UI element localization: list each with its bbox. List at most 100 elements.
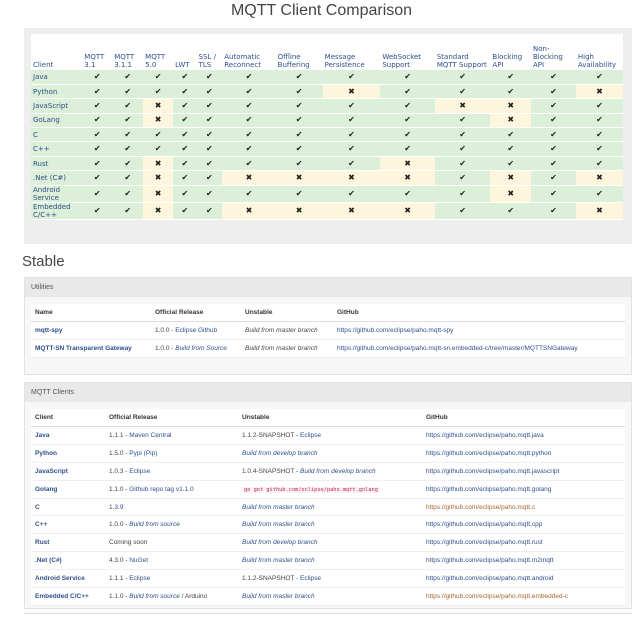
client-name-link[interactable]: Rust [31, 533, 105, 553]
client-github-link[interactable]: https://github.com/eclipse/paho.mqtt.pyt… [422, 444, 625, 463]
unsupported-cross-icon: ✖ [143, 185, 174, 203]
client-release-link[interactable]: Eclipse [129, 575, 150, 582]
comparison-panel: Client MQTT 3.1 MQTT 3.1.1 MQTT 5.0 LWT … [24, 28, 632, 244]
supported-check-icon: ✔ [380, 84, 435, 100]
supported-check-icon: ✔ [575, 185, 623, 203]
utility-unstable-link[interactable]: Build from master branch [241, 339, 333, 358]
client-unstable-link[interactable]: Eclipse [300, 432, 321, 439]
check-icon: ✔ [348, 144, 355, 154]
supported-check-icon: ✔ [112, 113, 144, 129]
client-github-link[interactable]: https://github.com/eclipse/paho.mqtt.cpp [422, 515, 625, 535]
client-unstable-link[interactable]: Build from master branch [242, 521, 315, 528]
client-github-link[interactable]: https://github.com/eclipse/paho.mqtt.c [422, 498, 625, 517]
check-icon: ✔ [348, 71, 355, 81]
comparison-client-name: C++ [31, 141, 83, 157]
unsupported-cross-icon: ✖ [222, 202, 276, 220]
client-github-link[interactable]: https://github.com/eclipse/paho.mqtt.jav… [422, 462, 625, 481]
client-name-link[interactable]: C++ [31, 515, 105, 535]
check-icon: ✔ [124, 188, 132, 198]
supported-check-icon: ✔ [322, 113, 381, 129]
client-name-link[interactable]: Java [31, 426, 105, 445]
stable-heading: Stable [22, 253, 65, 270]
supported-check-icon: ✔ [322, 70, 381, 85]
client-release-version: 1.1.0 - [109, 485, 130, 493]
util-col-release: Official Release [151, 304, 241, 322]
check-icon: ✔ [550, 129, 557, 139]
client-release-link[interactable]: Build from source [129, 593, 180, 600]
supported-check-icon: ✔ [575, 141, 623, 157]
cross-icon: ✖ [154, 172, 162, 182]
utility-release-source-link[interactable]: Build from Source [175, 345, 227, 352]
check-icon: ✔ [154, 71, 162, 81]
utility-github-link[interactable]: https://github.com/eclipse/paho.mqtt-sn.… [333, 339, 625, 358]
client-unstable-link[interactable]: Build from develop branch [242, 450, 318, 457]
client-unstable-link[interactable]: Build from master branch [242, 557, 315, 564]
client-release-link[interactable]: 1.3.9 [109, 504, 123, 511]
utility-unstable-link[interactable]: Build from master branch [241, 321, 333, 340]
client-github-link[interactable]: https://github.com/eclipse/paho.mqtt.rus… [422, 533, 625, 553]
utility-name-link[interactable]: MQTT-SN Transparent Gateway [31, 339, 151, 358]
check-icon: ✔ [124, 100, 132, 110]
client-name-link[interactable]: Android Service [31, 569, 105, 589]
client-release: 1.1.1 - Maven Central [105, 426, 238, 445]
supported-check-icon: ✔ [434, 156, 491, 172]
supported-check-icon: ✔ [173, 156, 197, 172]
supported-check-icon: ✔ [222, 141, 276, 157]
check-icon: ✔ [206, 172, 213, 182]
client-github-link[interactable]: https://github.com/eclipse/paho.mqtt.jav… [422, 426, 625, 445]
client-unstable-link[interactable]: Build from master branch [242, 593, 315, 600]
check-icon: ✔ [181, 71, 189, 81]
client-release-link[interactable]: Build from source [129, 521, 180, 528]
client-release-link[interactable]: Maven Central [129, 432, 171, 439]
comparison-client-name: JavaScript [31, 98, 83, 114]
check-icon: ✔ [596, 158, 603, 168]
utility-row: MQTT-SN Transparent Gateway 1.0.0 - Build… [31, 339, 625, 358]
supported-check-icon: ✔ [531, 113, 576, 129]
supported-check-icon: ✔ [173, 70, 197, 85]
supported-check-icon: ✔ [82, 185, 113, 203]
utility-github-link[interactable]: https://github.com/eclipse/paho.mqtt-spy [333, 321, 625, 340]
client-github-link[interactable]: https://github.com/eclipse/paho.mqtt.m2m… [422, 551, 625, 571]
supported-check-icon: ✔ [575, 98, 623, 114]
client-release-link[interactable]: NuGet [129, 557, 148, 564]
client-name-link[interactable]: Python [31, 444, 105, 463]
unsupported-cross-icon: ✖ [380, 170, 435, 186]
cross-icon: ✖ [596, 205, 603, 215]
client-release-link[interactable]: Pypi (Pip) [129, 450, 157, 457]
client-name-link[interactable]: Golang [31, 480, 105, 499]
supported-check-icon: ✔ [322, 141, 381, 157]
client-unstable: Build from master branch [238, 498, 422, 517]
client-row: Java 1.1.1 - Maven Central 1.1.2-SNAPSHOT … [31, 426, 625, 445]
client-name-link[interactable]: Embedded C/C++ [31, 587, 105, 606]
supported-check-icon: ✔ [173, 113, 197, 129]
client-release-link[interactable]: Github repo tag v1.1.0 [129, 486, 193, 493]
check-icon: ✔ [459, 205, 466, 215]
check-icon: ✔ [550, 86, 557, 96]
supported-check-icon: ✔ [196, 70, 223, 85]
client-name-link[interactable]: C [31, 498, 105, 517]
cross-icon: ✖ [154, 188, 162, 198]
supported-check-icon: ✔ [275, 70, 323, 85]
supported-check-icon: ✔ [275, 127, 323, 143]
client-unstable-link[interactable]: Build from master branch [242, 504, 315, 511]
check-icon: ✔ [507, 205, 515, 215]
cross-icon: ✖ [348, 205, 355, 215]
supported-check-icon: ✔ [575, 127, 623, 143]
client-release-link[interactable]: Eclipse [129, 468, 150, 475]
check-icon: ✔ [507, 86, 515, 96]
check-icon: ✔ [245, 144, 253, 154]
client-unstable-link[interactable]: Build from develop branch [300, 468, 376, 475]
utilities-table-wrap: Name Official Release Unstable GitHub mq… [31, 304, 625, 358]
client-github-link[interactable]: https://github.com/eclipse/paho.mqtt.emb… [422, 587, 625, 606]
utility-name-link[interactable]: mqtt-spy [31, 321, 151, 340]
client-name-link[interactable]: .Net (C#) [31, 551, 105, 571]
client-unstable-link[interactable]: Build from develop branch [242, 539, 318, 546]
utility-release-source-link[interactable]: Eclipse Github [175, 327, 217, 334]
client-github-link[interactable]: https://github.com/eclipse/paho.mqtt.and… [422, 569, 625, 589]
client-unstable: Build from master branch [238, 551, 422, 571]
cross-icon: ✖ [348, 172, 355, 182]
client-github-link[interactable]: https://github.com/eclipse/paho.mqtt.gol… [422, 480, 625, 499]
client-name-link[interactable]: JavaScript [31, 462, 105, 481]
client-unstable-link[interactable]: Eclipse [300, 575, 321, 582]
supported-check-icon: ✔ [112, 141, 144, 157]
